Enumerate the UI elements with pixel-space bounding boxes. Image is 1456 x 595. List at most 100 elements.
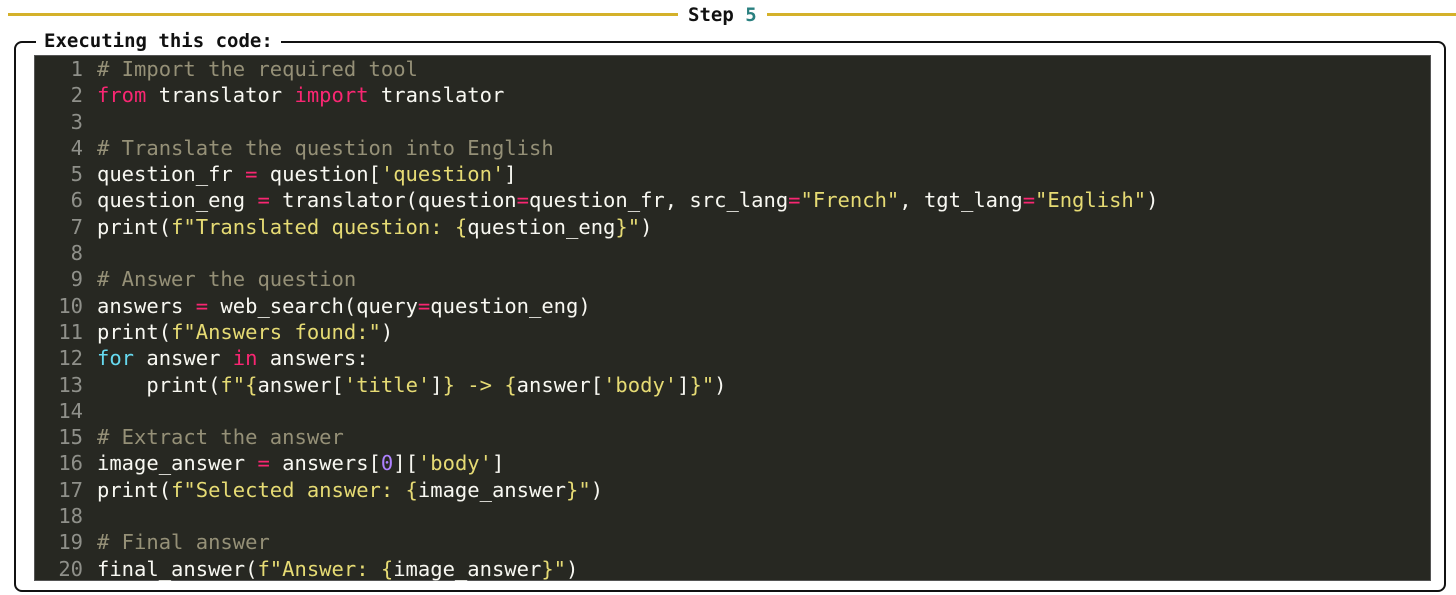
code-token-plain: translator bbox=[146, 83, 295, 108]
code-token-plain: ) bbox=[566, 556, 579, 581]
line-number: 20 bbox=[58, 556, 83, 581]
code-token-str: }" bbox=[541, 556, 567, 581]
code-token-plain: answer bbox=[134, 346, 233, 371]
code-line: 15 # Extract the answer bbox=[35, 424, 1430, 450]
line-number: 6 bbox=[70, 188, 83, 213]
line-number: 7 bbox=[70, 214, 83, 239]
line-number: 8 bbox=[70, 241, 83, 266]
code-token-plain: image_answer bbox=[393, 556, 542, 581]
code-token-comment: # Final answer bbox=[97, 530, 270, 555]
code-line: 11 print(f"Answers found:") bbox=[35, 319, 1430, 345]
code-token-plain: ) bbox=[640, 214, 653, 239]
code-token-plain: print( bbox=[97, 319, 172, 344]
code-token-comment: # Answer the question bbox=[97, 267, 357, 292]
code-token-plain: ][ bbox=[393, 451, 418, 476]
code-line: 3 bbox=[35, 109, 1430, 135]
code-line: 14 bbox=[35, 398, 1430, 424]
code-token-op: = bbox=[516, 188, 529, 213]
code-token-plain: ) bbox=[714, 372, 727, 397]
line-number: 15 bbox=[58, 425, 83, 450]
code-line: 18 bbox=[35, 503, 1430, 529]
code-token-op: = bbox=[245, 162, 258, 187]
code-token-plain: ] bbox=[491, 451, 505, 476]
code-token-str: 'question' bbox=[380, 162, 505, 187]
code-token-op: = bbox=[788, 188, 801, 213]
line-number: 18 bbox=[58, 504, 83, 529]
line-number: 12 bbox=[58, 346, 83, 371]
code-token-kw: from bbox=[97, 83, 147, 108]
code-token-plain: ] bbox=[677, 372, 690, 397]
code-token-str: "French" bbox=[800, 188, 900, 213]
code-token-plain: print( bbox=[97, 372, 221, 397]
code-token-plain: print( bbox=[97, 477, 172, 502]
code-token-plain: question_fr, src_lang bbox=[528, 188, 789, 213]
code-token-plain: question_eng bbox=[467, 214, 616, 239]
code-token-plain: final_answer( bbox=[97, 556, 258, 581]
code-token-plain: ) bbox=[590, 477, 604, 502]
line-number: 11 bbox=[58, 319, 83, 344]
code-token-plain: question_eng) bbox=[430, 293, 591, 318]
code-token-str: f"Translated question: { bbox=[171, 214, 468, 239]
code-line: 1 # Import the required tool bbox=[35, 56, 1430, 82]
code-line: 17 print(f"Selected answer: {image_answer… bbox=[35, 477, 1430, 503]
code-token-str: 'body' bbox=[603, 372, 678, 397]
code-token-str: f"Selected answer: { bbox=[171, 477, 418, 502]
step-heading: Step 5 bbox=[678, 2, 767, 28]
code-token-plain: question_fr bbox=[97, 162, 246, 187]
code-token-str: } -> { bbox=[442, 372, 517, 397]
code-token-op: = bbox=[1022, 188, 1036, 213]
code-token-plain: ) bbox=[1146, 188, 1159, 213]
code-token-str: f"Answer: { bbox=[257, 556, 394, 581]
code-token-plain: print( bbox=[97, 214, 172, 239]
line-number: 13 bbox=[58, 372, 83, 397]
code-token-plain: translator(question bbox=[269, 188, 517, 213]
code-token-num: 0 bbox=[380, 451, 394, 476]
code-line: 10 answers = web_search(query=question_en… bbox=[35, 293, 1430, 319]
line-number: 9 bbox=[70, 267, 83, 292]
code-token-op: = bbox=[257, 451, 270, 476]
code-token-plain: translator bbox=[368, 83, 505, 108]
code-token-str: }" bbox=[689, 372, 715, 397]
code-token-plain: web_search(query bbox=[208, 293, 418, 318]
code-token-plain: , tgt_lang bbox=[899, 188, 1023, 213]
line-number: 2 bbox=[70, 83, 83, 108]
code-token-kw: in bbox=[232, 346, 258, 371]
line-number: 1 bbox=[70, 57, 83, 81]
code-token-plain: ] bbox=[430, 372, 443, 397]
code-token-plain: image_answer bbox=[97, 451, 258, 476]
line-number: 10 bbox=[58, 293, 83, 318]
code-token-comment: # Import the required tool bbox=[97, 57, 418, 81]
code-line: 2 from translator import translator bbox=[35, 82, 1430, 108]
code-token-for: for bbox=[97, 346, 135, 371]
step-label: Step bbox=[688, 4, 734, 26]
code-block: 1 # Import the required tool 2 from transla… bbox=[34, 55, 1431, 581]
code-line: 6 question_eng = translator(question=ques… bbox=[35, 187, 1430, 213]
line-number: 5 bbox=[70, 162, 83, 187]
code-line: 5 question_fr = question['question'] bbox=[35, 161, 1430, 187]
code-token-str: }" bbox=[615, 214, 641, 239]
code-token-str: "English" bbox=[1035, 188, 1147, 213]
code-token-str: f"Answers found:" bbox=[171, 319, 381, 344]
code-line: 13 print(f"{answer['title']} -> {answer[… bbox=[35, 372, 1430, 398]
code-token-plain: ] bbox=[504, 162, 517, 187]
code-line: 20 final_answer(f"Answer: {image_answer}"… bbox=[35, 556, 1430, 582]
code-token-plain: question[ bbox=[257, 162, 381, 187]
line-number: 16 bbox=[58, 451, 83, 476]
code-token-op: = bbox=[417, 293, 431, 318]
code-token-str: 'title' bbox=[343, 372, 431, 397]
code-token-str: 'body' bbox=[417, 451, 492, 476]
line-number: 19 bbox=[58, 530, 83, 555]
code-token-op: = bbox=[195, 293, 209, 318]
code-token-op: = bbox=[257, 188, 270, 213]
code-token-kw: import bbox=[294, 83, 369, 108]
step-number: 5 bbox=[745, 4, 757, 26]
code-token-comment: # Translate the question into English bbox=[97, 135, 554, 160]
code-line: 4 # Translate the question into English bbox=[35, 135, 1430, 161]
code-token-comment: # Extract the answer bbox=[97, 425, 344, 450]
code-line: 12 for answer in answers: bbox=[35, 345, 1430, 371]
code-token-plain: image_answer bbox=[417, 477, 567, 502]
code-line: 7 print(f"Translated question: {question_… bbox=[35, 214, 1430, 240]
code-token-plain: answer[ bbox=[516, 372, 604, 397]
code-line: 19 # Final answer bbox=[35, 529, 1430, 555]
code-line: 8 bbox=[35, 240, 1430, 266]
